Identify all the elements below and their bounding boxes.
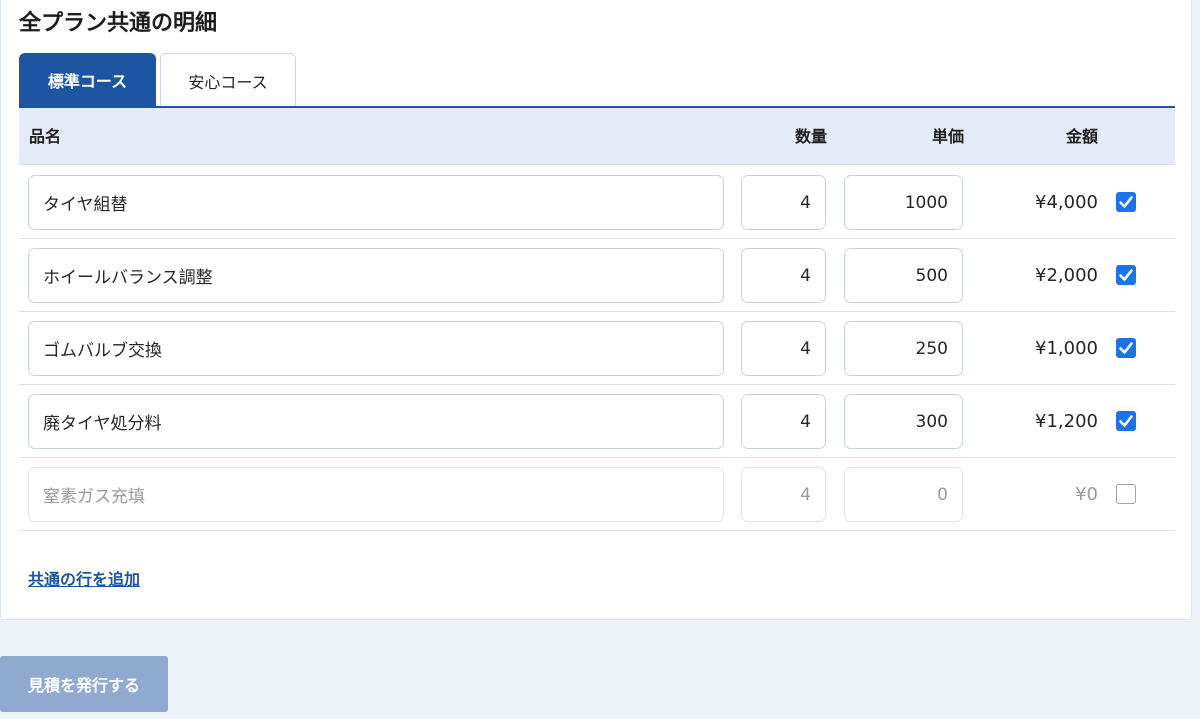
item-price-input[interactable] <box>844 248 963 303</box>
section-title: 全プラン共通の明細 <box>19 11 218 36</box>
item-amount: ¥1,000 <box>1035 338 1098 359</box>
item-price-input[interactable] <box>844 175 963 230</box>
checkmark-icon <box>1119 342 1133 354</box>
item-include-checkbox[interactable] <box>1116 484 1136 504</box>
item-amount: ¥1,200 <box>1035 411 1098 432</box>
item-include-checkbox[interactable] <box>1116 411 1136 431</box>
item-qty-input[interactable] <box>741 467 826 522</box>
checkmark-icon <box>1119 269 1133 281</box>
item-name-input[interactable] <box>28 248 724 303</box>
header-qty: 数量 <box>794 127 827 146</box>
issue-estimate-button[interactable]: 見積を発行する <box>0 656 168 712</box>
item-name-input[interactable] <box>28 467 724 522</box>
table-row: ¥0 <box>19 458 1175 531</box>
item-qty-input[interactable] <box>741 394 826 449</box>
table-row: ¥2,000 <box>19 239 1175 312</box>
add-common-row-link[interactable]: 共通の行を追加 <box>28 566 140 590</box>
item-include-checkbox[interactable] <box>1116 192 1136 212</box>
item-name-input[interactable] <box>28 321 724 376</box>
tab-standard-course[interactable]: 標準コース <box>19 53 156 107</box>
item-name-input[interactable] <box>28 394 724 449</box>
header-amount: 金額 <box>1065 127 1098 146</box>
tab-anshin-course[interactable]: 安心コース <box>160 53 296 108</box>
item-name-input[interactable] <box>28 175 724 230</box>
checkmark-icon <box>1119 415 1133 427</box>
item-amount: ¥2,000 <box>1035 265 1098 286</box>
item-amount: ¥0 <box>1075 484 1098 505</box>
plan-tabs: 標準コース 安心コース <box>19 53 296 108</box>
item-include-checkbox[interactable] <box>1116 338 1136 358</box>
item-amount: ¥4,000 <box>1035 192 1098 213</box>
table-row: ¥1,200 <box>19 385 1175 458</box>
header-price: 単価 <box>931 127 964 146</box>
item-include-checkbox[interactable] <box>1116 265 1136 285</box>
item-price-input[interactable] <box>844 394 963 449</box>
item-price-input[interactable] <box>844 321 963 376</box>
item-qty-input[interactable] <box>741 175 826 230</box>
item-qty-input[interactable] <box>741 248 826 303</box>
item-qty-input[interactable] <box>741 321 826 376</box>
header-name: 品名 <box>29 127 62 146</box>
table-header: 品名 数量 単価 金額 <box>19 108 1175 165</box>
table-row: ¥1,000 <box>19 312 1175 385</box>
common-items-card: 全プラン共通の明細 標準コース 安心コース 品名 数量 単価 金額 ¥4,000… <box>0 0 1192 620</box>
checkmark-icon <box>1119 196 1133 208</box>
item-price-input[interactable] <box>844 467 963 522</box>
table-row: ¥4,000 <box>19 166 1175 239</box>
